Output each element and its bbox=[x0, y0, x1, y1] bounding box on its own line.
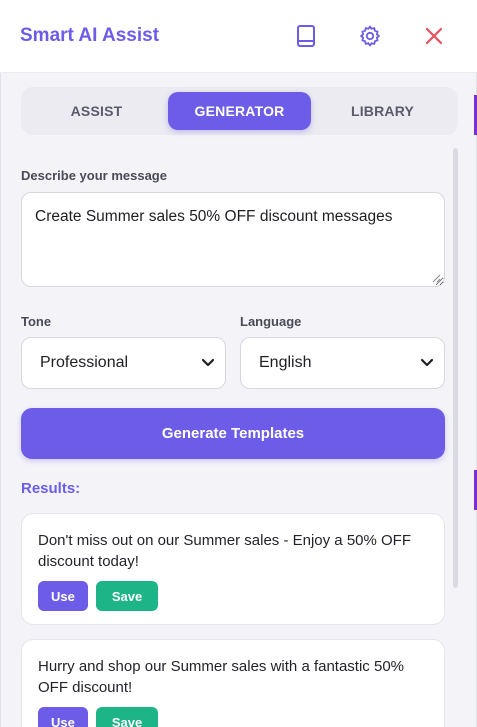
result-card: Don't miss out on our Summer sales - Enj… bbox=[21, 513, 445, 625]
tone-select[interactable]: Professional bbox=[21, 337, 226, 389]
app-header: Smart AI Assist bbox=[0, 0, 477, 73]
resize-grip-icon[interactable] bbox=[431, 273, 441, 283]
tone-value: Professional bbox=[40, 354, 129, 371]
results-title: Results: bbox=[21, 480, 81, 497]
chevron-down-icon bbox=[420, 358, 434, 367]
tab-assist[interactable]: ASSIST bbox=[25, 92, 168, 130]
result-text: Don't miss out on our Summer sales - Enj… bbox=[38, 532, 412, 570]
gear-icon[interactable] bbox=[357, 23, 383, 49]
language-select[interactable]: English bbox=[240, 337, 445, 389]
save-button[interactable]: Save bbox=[95, 581, 159, 611]
close-icon[interactable] bbox=[421, 23, 447, 49]
tab-library[interactable]: LIBRARY bbox=[311, 92, 454, 130]
app-title: Smart AI Assist bbox=[20, 25, 160, 46]
message-textarea[interactable]: Create Summer sales 50% OFF discount mes… bbox=[21, 192, 445, 287]
tone-label: Tone bbox=[21, 314, 52, 329]
generate-templates-button[interactable]: Generate Templates bbox=[21, 408, 445, 459]
use-button[interactable]: Use bbox=[38, 581, 88, 611]
book-icon[interactable] bbox=[293, 23, 319, 49]
result-text: Hurry and shop our Summer sales with a f… bbox=[38, 658, 404, 696]
generator-panel: ASSIST GENERATOR LIBRARY Describe your m… bbox=[0, 73, 477, 727]
result-card: Hurry and shop our Summer sales with a f… bbox=[21, 639, 445, 727]
use-button[interactable]: Use bbox=[38, 707, 88, 727]
language-value: English bbox=[259, 354, 312, 371]
save-button[interactable]: Save bbox=[95, 707, 159, 727]
language-label: Language bbox=[240, 314, 302, 329]
tab-generator[interactable]: GENERATOR bbox=[168, 92, 311, 130]
message-text: Create Summer sales 50% OFF discount mes… bbox=[35, 208, 393, 225]
chevron-down-icon bbox=[201, 358, 215, 367]
describe-label: Describe your message bbox=[21, 168, 167, 183]
scrollbar-thumb[interactable] bbox=[453, 148, 458, 588]
tab-bar: ASSIST GENERATOR LIBRARY bbox=[21, 87, 458, 135]
